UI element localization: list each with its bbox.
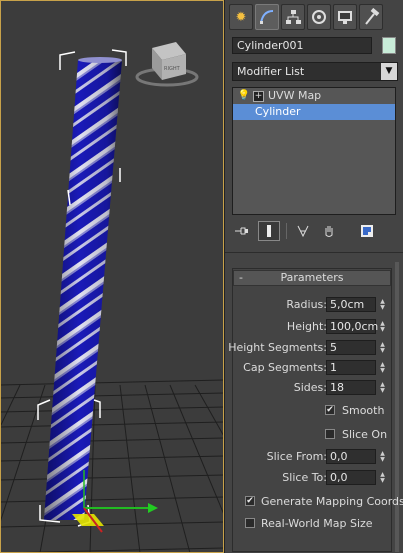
- pin-stack-icon[interactable]: [232, 222, 252, 240]
- height-input[interactable]: 100,0cm: [326, 319, 378, 334]
- panel-divider: [225, 252, 403, 253]
- slice-from-label: Slice From:: [266, 450, 327, 463]
- slice-to-label: Slice To:: [282, 471, 327, 484]
- real-world-map-label: Real-World Map Size: [261, 517, 373, 530]
- slice-to-input[interactable]: 0,0: [326, 470, 376, 485]
- slice-to-spinner-arrows[interactable]: ▲ ▼: [378, 470, 387, 485]
- parameters-rollout: - Parameters Radius: 5,0cm ▲ ▼ Height: 10…: [228, 268, 403, 552]
- slice-from-row: Slice From: 0,0 ▲ ▼: [233, 449, 393, 465]
- sides-input[interactable]: 18: [326, 380, 376, 395]
- stack-item-uvw-map[interactable]: 💡 + UVW Map: [233, 88, 395, 104]
- object-color-swatch[interactable]: [382, 37, 396, 54]
- motion-icon: [312, 10, 326, 24]
- parameters-rollout-header[interactable]: - Parameters: [233, 270, 391, 286]
- monitor-icon: [338, 11, 352, 24]
- grid-floor: [0, 379, 224, 553]
- cap-segments-label: Cap Segments:: [243, 361, 327, 374]
- radius-input[interactable]: 5,0cm: [326, 297, 376, 312]
- slice-on-checkbox[interactable]: [325, 429, 335, 439]
- show-end-result-icon[interactable]: [258, 221, 280, 241]
- toolbar-divider: [286, 223, 287, 239]
- hammer-icon: [365, 8, 380, 25]
- radius-spinner-arrows[interactable]: ▲ ▼: [378, 297, 387, 312]
- real-world-map-checkbox[interactable]: [245, 518, 255, 528]
- sides-label: Sides:: [293, 381, 327, 394]
- command-panel: ✹ Cylinder001 Modifier List ▼ 💡 + UVW Ma…: [225, 0, 403, 553]
- height-spinner-arrows[interactable]: ▲ ▼: [378, 319, 387, 334]
- sun-icon: ✹: [235, 9, 247, 25]
- chevron-down-icon[interactable]: ▼: [381, 63, 397, 80]
- generate-mapping-checkbox[interactable]: ✔: [245, 496, 255, 506]
- hierarchy-tab[interactable]: [281, 4, 305, 30]
- modify-tab[interactable]: [255, 4, 279, 30]
- rollout-title: Parameters: [280, 271, 344, 284]
- height-segments-row: Height Segments: 5 ▲ ▼: [228, 340, 393, 356]
- smooth-label: Smooth: [342, 404, 385, 417]
- stack-item-cylinder[interactable]: Cylinder: [233, 104, 395, 120]
- panel-scrollbar[interactable]: [395, 262, 399, 552]
- command-panel-tabs: ✹: [229, 4, 383, 32]
- viewport-canvas: RIGHT: [0, 42, 224, 553]
- stack-toolbar: [232, 221, 398, 241]
- sides-row: Sides: 18 ▲ ▼: [233, 380, 393, 396]
- cylinder-object: [44, 57, 122, 520]
- radius-row: Radius: 5,0cm ▲ ▼: [233, 297, 393, 313]
- modifier-list-dropdown[interactable]: Modifier List ▼: [232, 62, 398, 81]
- radius-label: Radius:: [286, 298, 327, 311]
- slice-from-spinner-arrows[interactable]: ▲ ▼: [378, 449, 387, 464]
- cap-segments-spinner-arrows[interactable]: ▲ ▼: [378, 360, 387, 375]
- generate-mapping-label: Generate Mapping Coords.: [261, 495, 403, 508]
- height-segments-label: Height Segments:: [228, 341, 327, 354]
- slice-to-row: Slice To: 0,0 ▲ ▼: [233, 470, 393, 486]
- remove-modifier-icon[interactable]: [319, 222, 339, 240]
- smooth-checkbox[interactable]: ✔: [325, 405, 335, 415]
- expand-plus-icon[interactable]: +: [253, 90, 264, 102]
- viewcube-face-label: RIGHT: [164, 66, 181, 72]
- display-tab[interactable]: [333, 4, 357, 30]
- height-segments-input[interactable]: 5: [326, 340, 376, 355]
- hierarchy-icon: [286, 10, 301, 24]
- configure-sets-icon[interactable]: [357, 222, 377, 240]
- create-tab[interactable]: ✹: [229, 4, 253, 30]
- slice-on-label: Slice On: [342, 428, 388, 441]
- stack-item-label: UVW Map: [268, 89, 322, 102]
- viewcube-icon: [135, 42, 199, 87]
- height-label: Height:: [286, 320, 327, 333]
- utilities-tab[interactable]: [359, 4, 383, 30]
- make-unique-icon[interactable]: [293, 222, 313, 240]
- cap-segments-input[interactable]: 1: [326, 360, 376, 375]
- height-row: Height: 100,0cm ▲ ▼: [233, 319, 393, 335]
- lightbulb-icon[interactable]: 💡: [238, 90, 250, 101]
- cap-segments-row: Cap Segments: 1 ▲ ▼: [233, 360, 393, 376]
- modifier-stack: 💡 + UVW Map Cylinder: [232, 87, 396, 215]
- motion-tab[interactable]: [307, 4, 331, 30]
- sides-spinner-arrows[interactable]: ▲ ▼: [378, 380, 387, 395]
- slice-from-input[interactable]: 0,0: [326, 449, 376, 464]
- modifier-list-label: Modifier List: [237, 65, 305, 78]
- object-name-field[interactable]: Cylinder001: [232, 37, 372, 54]
- perspective-viewport[interactable]: RIGHT: [0, 0, 225, 553]
- curve-icon: [260, 10, 274, 24]
- height-segments-spinner-arrows[interactable]: ▲ ▼: [378, 340, 387, 355]
- stack-item-label: Cylinder: [255, 105, 301, 118]
